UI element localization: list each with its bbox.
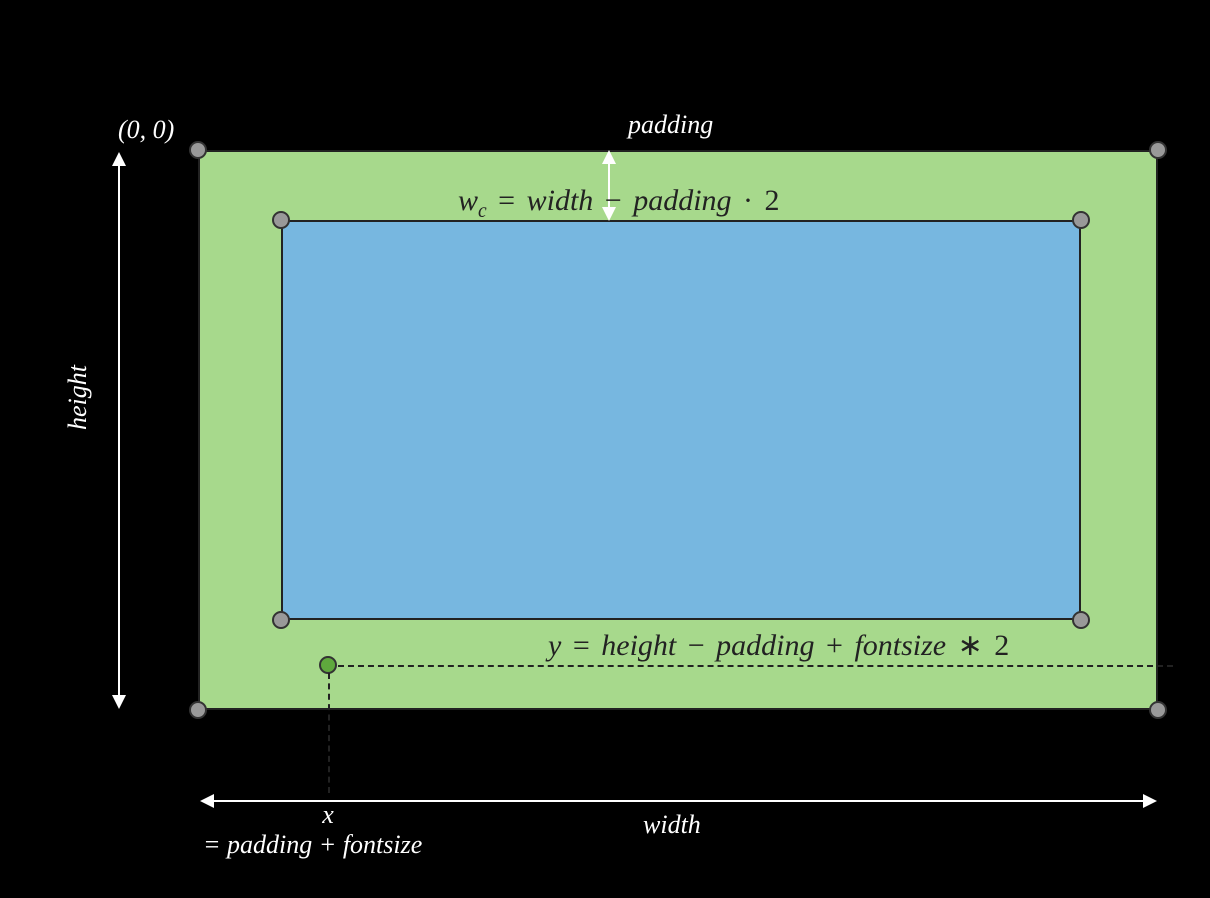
outer-dot-bl	[189, 701, 207, 719]
outer-dot-br	[1149, 701, 1167, 719]
y-minus: −	[684, 629, 709, 662]
y-star: ∗	[954, 629, 987, 662]
wc-eq: =	[494, 184, 519, 217]
x-var: x	[322, 800, 334, 829]
y-c: fontsize	[854, 629, 946, 662]
inner-dot-br	[1072, 611, 1090, 629]
dashed-line-horizontal	[338, 665, 1173, 667]
wc-c: 2	[765, 184, 780, 217]
inner-dot-tr	[1072, 211, 1090, 229]
inner-dot-bl	[272, 611, 290, 629]
y-formula: y = height − padding + fontsize ∗ 2	[548, 628, 1009, 663]
width-arrow-head-right	[1143, 794, 1157, 808]
height-label: height	[63, 365, 93, 430]
height-arrow-head-up	[112, 152, 126, 166]
x-value-label: = padding + fontsize	[203, 830, 422, 860]
x-label: x	[273, 800, 383, 830]
y-plus: +	[822, 629, 847, 662]
width-label: width	[643, 810, 701, 840]
wc-b: padding	[633, 184, 731, 217]
y-a: height	[601, 629, 676, 662]
outer-dot-tr	[1149, 141, 1167, 159]
height-arrow-head-down	[112, 695, 126, 709]
wc-dot: ·	[739, 184, 757, 217]
y-d: 2	[994, 629, 1009, 662]
inner-dot-tl	[272, 211, 290, 229]
wc-sub: c	[478, 201, 487, 222]
y-var: y	[548, 629, 561, 662]
outer-dot-tl	[189, 141, 207, 159]
padding-arrow-head-up	[602, 150, 616, 164]
padding-label: padding	[628, 110, 713, 140]
inner-rectangle	[281, 220, 1081, 620]
wc-minus: −	[601, 184, 626, 217]
y-eq: =	[569, 629, 594, 662]
origin-label: (0, 0)	[118, 115, 174, 145]
wc-formula: wc = width − padding · 2	[458, 184, 780, 223]
dashed-line-vertical	[328, 673, 330, 793]
y-b: padding	[716, 629, 814, 662]
wc-var: w	[458, 184, 478, 217]
width-arrow-head-left	[200, 794, 214, 808]
x-marker-dot	[319, 656, 337, 674]
height-arrow-line	[118, 164, 120, 696]
diagram-canvas: (0, 0) height width padding x = padding …	[48, 40, 1168, 860]
wc-a: width	[527, 184, 594, 217]
